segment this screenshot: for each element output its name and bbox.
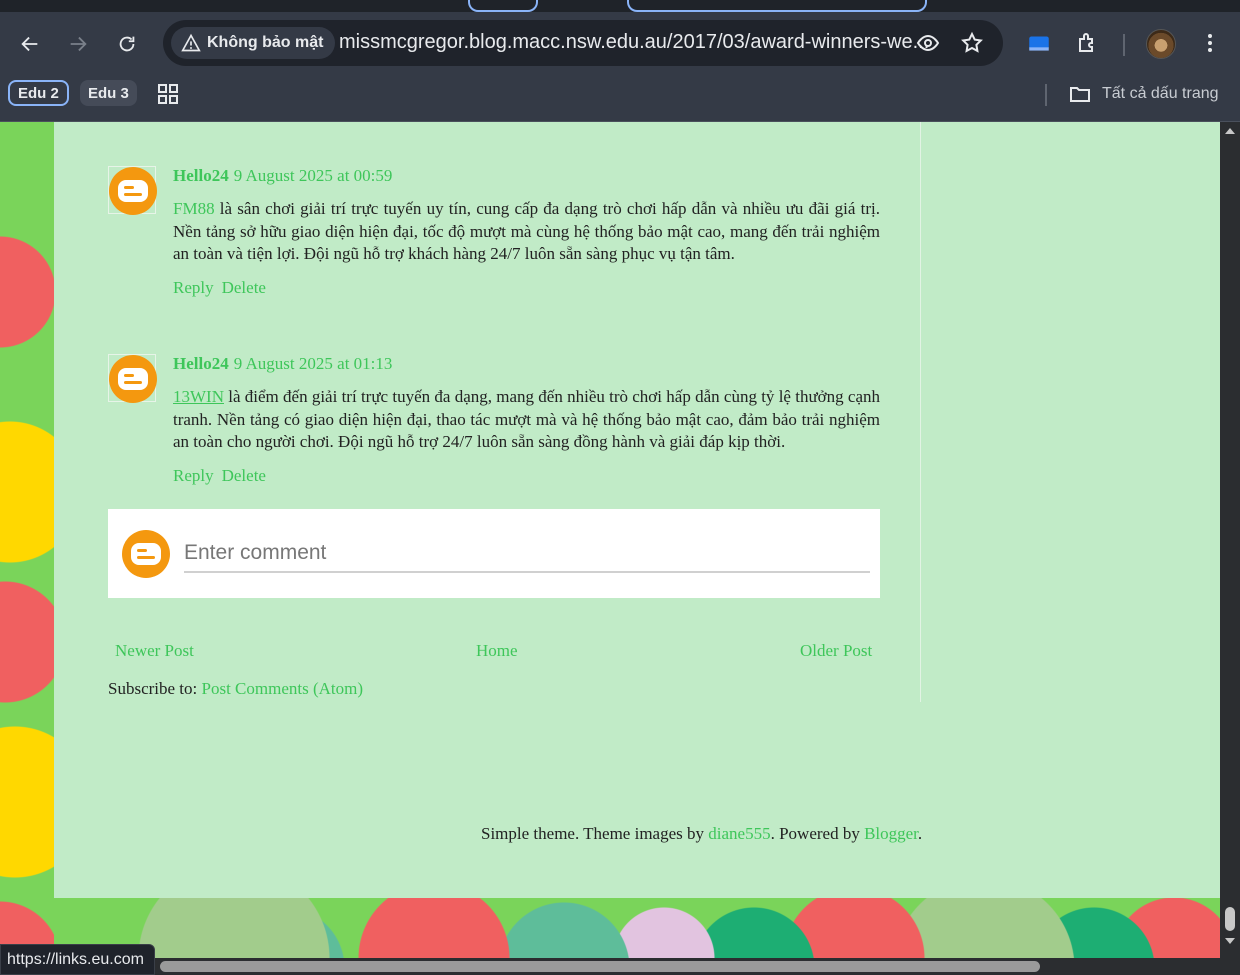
comment-body: FM88 là sân chơi giải trí trực tuyến uy … xyxy=(173,198,880,266)
comment-author[interactable]: Hello24 xyxy=(173,354,229,373)
warning-icon xyxy=(181,33,201,52)
browser-toolbar: Không bảo mật missmcgregor.blog.macc.nsw… xyxy=(0,12,1240,74)
comment-header: Hello24 9 August 2025 at 00:59 xyxy=(173,166,392,186)
reload-button[interactable] xyxy=(113,30,141,58)
horizontal-scrollbar[interactable] xyxy=(0,958,1240,975)
comment-link[interactable]: 13WIN xyxy=(173,387,224,406)
bookmark-edu-2[interactable]: Edu 2 xyxy=(8,80,69,106)
back-button[interactable] xyxy=(16,30,44,58)
footer-theme-images-link[interactable]: diane555 xyxy=(708,824,770,843)
comment-form: Enter comment xyxy=(108,509,880,598)
toolbar-divider xyxy=(1123,34,1125,56)
footer-text: Simple theme. Theme images by xyxy=(481,824,709,843)
reply-link[interactable]: Reply xyxy=(173,466,214,485)
vertical-scrollbar[interactable] xyxy=(1220,122,1240,958)
vertical-scroll-thumb[interactable] xyxy=(1225,907,1235,931)
delete-link[interactable]: Delete xyxy=(222,466,266,485)
apps-grid-icon[interactable] xyxy=(156,82,180,106)
tab-inactive[interactable] xyxy=(468,0,538,12)
comment-input[interactable]: Enter comment xyxy=(184,539,870,573)
background-pattern xyxy=(54,898,1220,958)
footer-blogger-link[interactable]: Blogger xyxy=(864,824,918,843)
comment-actions: Reply Delete xyxy=(173,278,274,298)
subscribe-link[interactable]: Post Comments (Atom) xyxy=(202,679,364,698)
horizontal-scroll-thumb[interactable] xyxy=(160,961,1040,972)
older-post-link[interactable]: Older Post xyxy=(800,641,872,661)
security-label: Không bảo mật xyxy=(207,34,324,51)
extension-blue-icon[interactable] xyxy=(1025,29,1053,57)
subscribe-line: Subscribe to: Post Comments (Atom) xyxy=(108,679,363,699)
commenter-avatar xyxy=(108,354,157,403)
home-link[interactable]: Home xyxy=(476,641,518,661)
scroll-up-arrow-icon[interactable] xyxy=(1225,128,1235,134)
blog-main-column: Hello24 9 August 2025 at 00:59 FM88 là sâ… xyxy=(54,122,1220,898)
comment-body: 13WIN là điểm đến giải trí trực tuyến đa… xyxy=(173,386,880,454)
comment-timestamp[interactable]: 9 August 2025 at 01:13 xyxy=(234,354,393,373)
sidebar-divider xyxy=(920,122,921,702)
comment-author[interactable]: Hello24 xyxy=(173,166,229,185)
delete-link[interactable]: Delete xyxy=(222,278,266,297)
kebab-menu-icon[interactable] xyxy=(1196,29,1224,57)
comment-actions: Reply Delete xyxy=(173,466,274,486)
footer-attribution: Simple theme. Theme images by diane555. … xyxy=(481,824,922,844)
footer-text: . xyxy=(917,824,923,843)
comment-item: Hello24 9 August 2025 at 01:13 13WIN là đ… xyxy=(108,354,880,494)
bookmark-edu-3[interactable]: Edu 3 xyxy=(80,80,137,106)
comment-text: là điểm đến giải trí trực tuyến đa dạng,… xyxy=(173,387,880,451)
star-icon[interactable] xyxy=(960,31,984,55)
url-text[interactable]: missmcgregor.blog.macc.nsw.edu.au/2017/0… xyxy=(339,31,929,54)
tab-strip xyxy=(0,0,1240,12)
newer-post-link[interactable]: Newer Post xyxy=(115,641,194,661)
comment-link[interactable]: FM88 xyxy=(173,199,215,218)
commenter-avatar xyxy=(108,166,157,215)
reload-icon xyxy=(119,36,135,52)
blogger-logo-icon xyxy=(109,355,157,403)
all-bookmarks-label: Tất cả dấu trang xyxy=(1102,85,1219,102)
scroll-down-arrow-icon[interactable] xyxy=(1225,938,1235,944)
forward-button[interactable] xyxy=(64,30,92,58)
blogger-logo-icon xyxy=(109,167,157,215)
arrow-left-icon xyxy=(21,36,38,52)
page-viewport: Hello24 9 August 2025 at 00:59 FM88 là sâ… xyxy=(0,122,1220,958)
bookmarks-divider xyxy=(1045,84,1047,106)
comment-text: là sân chơi giải trí trực tuyến uy tín, … xyxy=(173,199,880,263)
folder-icon xyxy=(1070,87,1090,102)
profile-avatar[interactable] xyxy=(1146,29,1176,59)
security-chip[interactable]: Không bảo mật xyxy=(171,27,336,59)
comment-header: Hello24 9 August 2025 at 01:13 xyxy=(173,354,392,374)
reply-link[interactable]: Reply xyxy=(173,278,214,297)
subscribe-label: Subscribe to: xyxy=(108,679,202,698)
bookmarks-bar: Edu 2 Edu 3 Tất cả dấu trang xyxy=(0,74,1240,122)
comment-item: Hello24 9 August 2025 at 00:59 FM88 là sâ… xyxy=(108,166,880,306)
address-bar[interactable]: Không bảo mật missmcgregor.blog.macc.nsw… xyxy=(163,20,1003,66)
eye-icon[interactable] xyxy=(916,31,940,55)
all-bookmarks[interactable]: Tất cả dấu trang xyxy=(1068,82,1219,106)
arrow-right-icon xyxy=(70,36,87,52)
tab-active[interactable] xyxy=(627,0,927,12)
link-status-bubble: https://links.eu.com xyxy=(0,944,155,975)
blogger-logo-icon xyxy=(122,530,170,578)
extensions-puzzle-icon[interactable] xyxy=(1074,29,1102,57)
comment-timestamp[interactable]: 9 August 2025 at 00:59 xyxy=(234,166,393,185)
footer-text: . Powered by xyxy=(770,824,865,843)
